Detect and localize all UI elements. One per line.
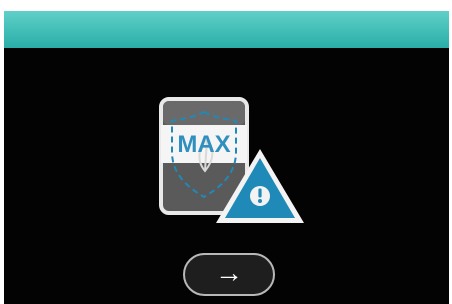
arrow-right-icon: → xyxy=(215,257,243,288)
top-bar xyxy=(4,11,449,48)
next-button[interactable]: → xyxy=(183,253,275,296)
device-screen: MAX → xyxy=(4,11,449,304)
max-warning-icon: MAX xyxy=(157,97,305,223)
max-label: MAX xyxy=(177,131,230,158)
